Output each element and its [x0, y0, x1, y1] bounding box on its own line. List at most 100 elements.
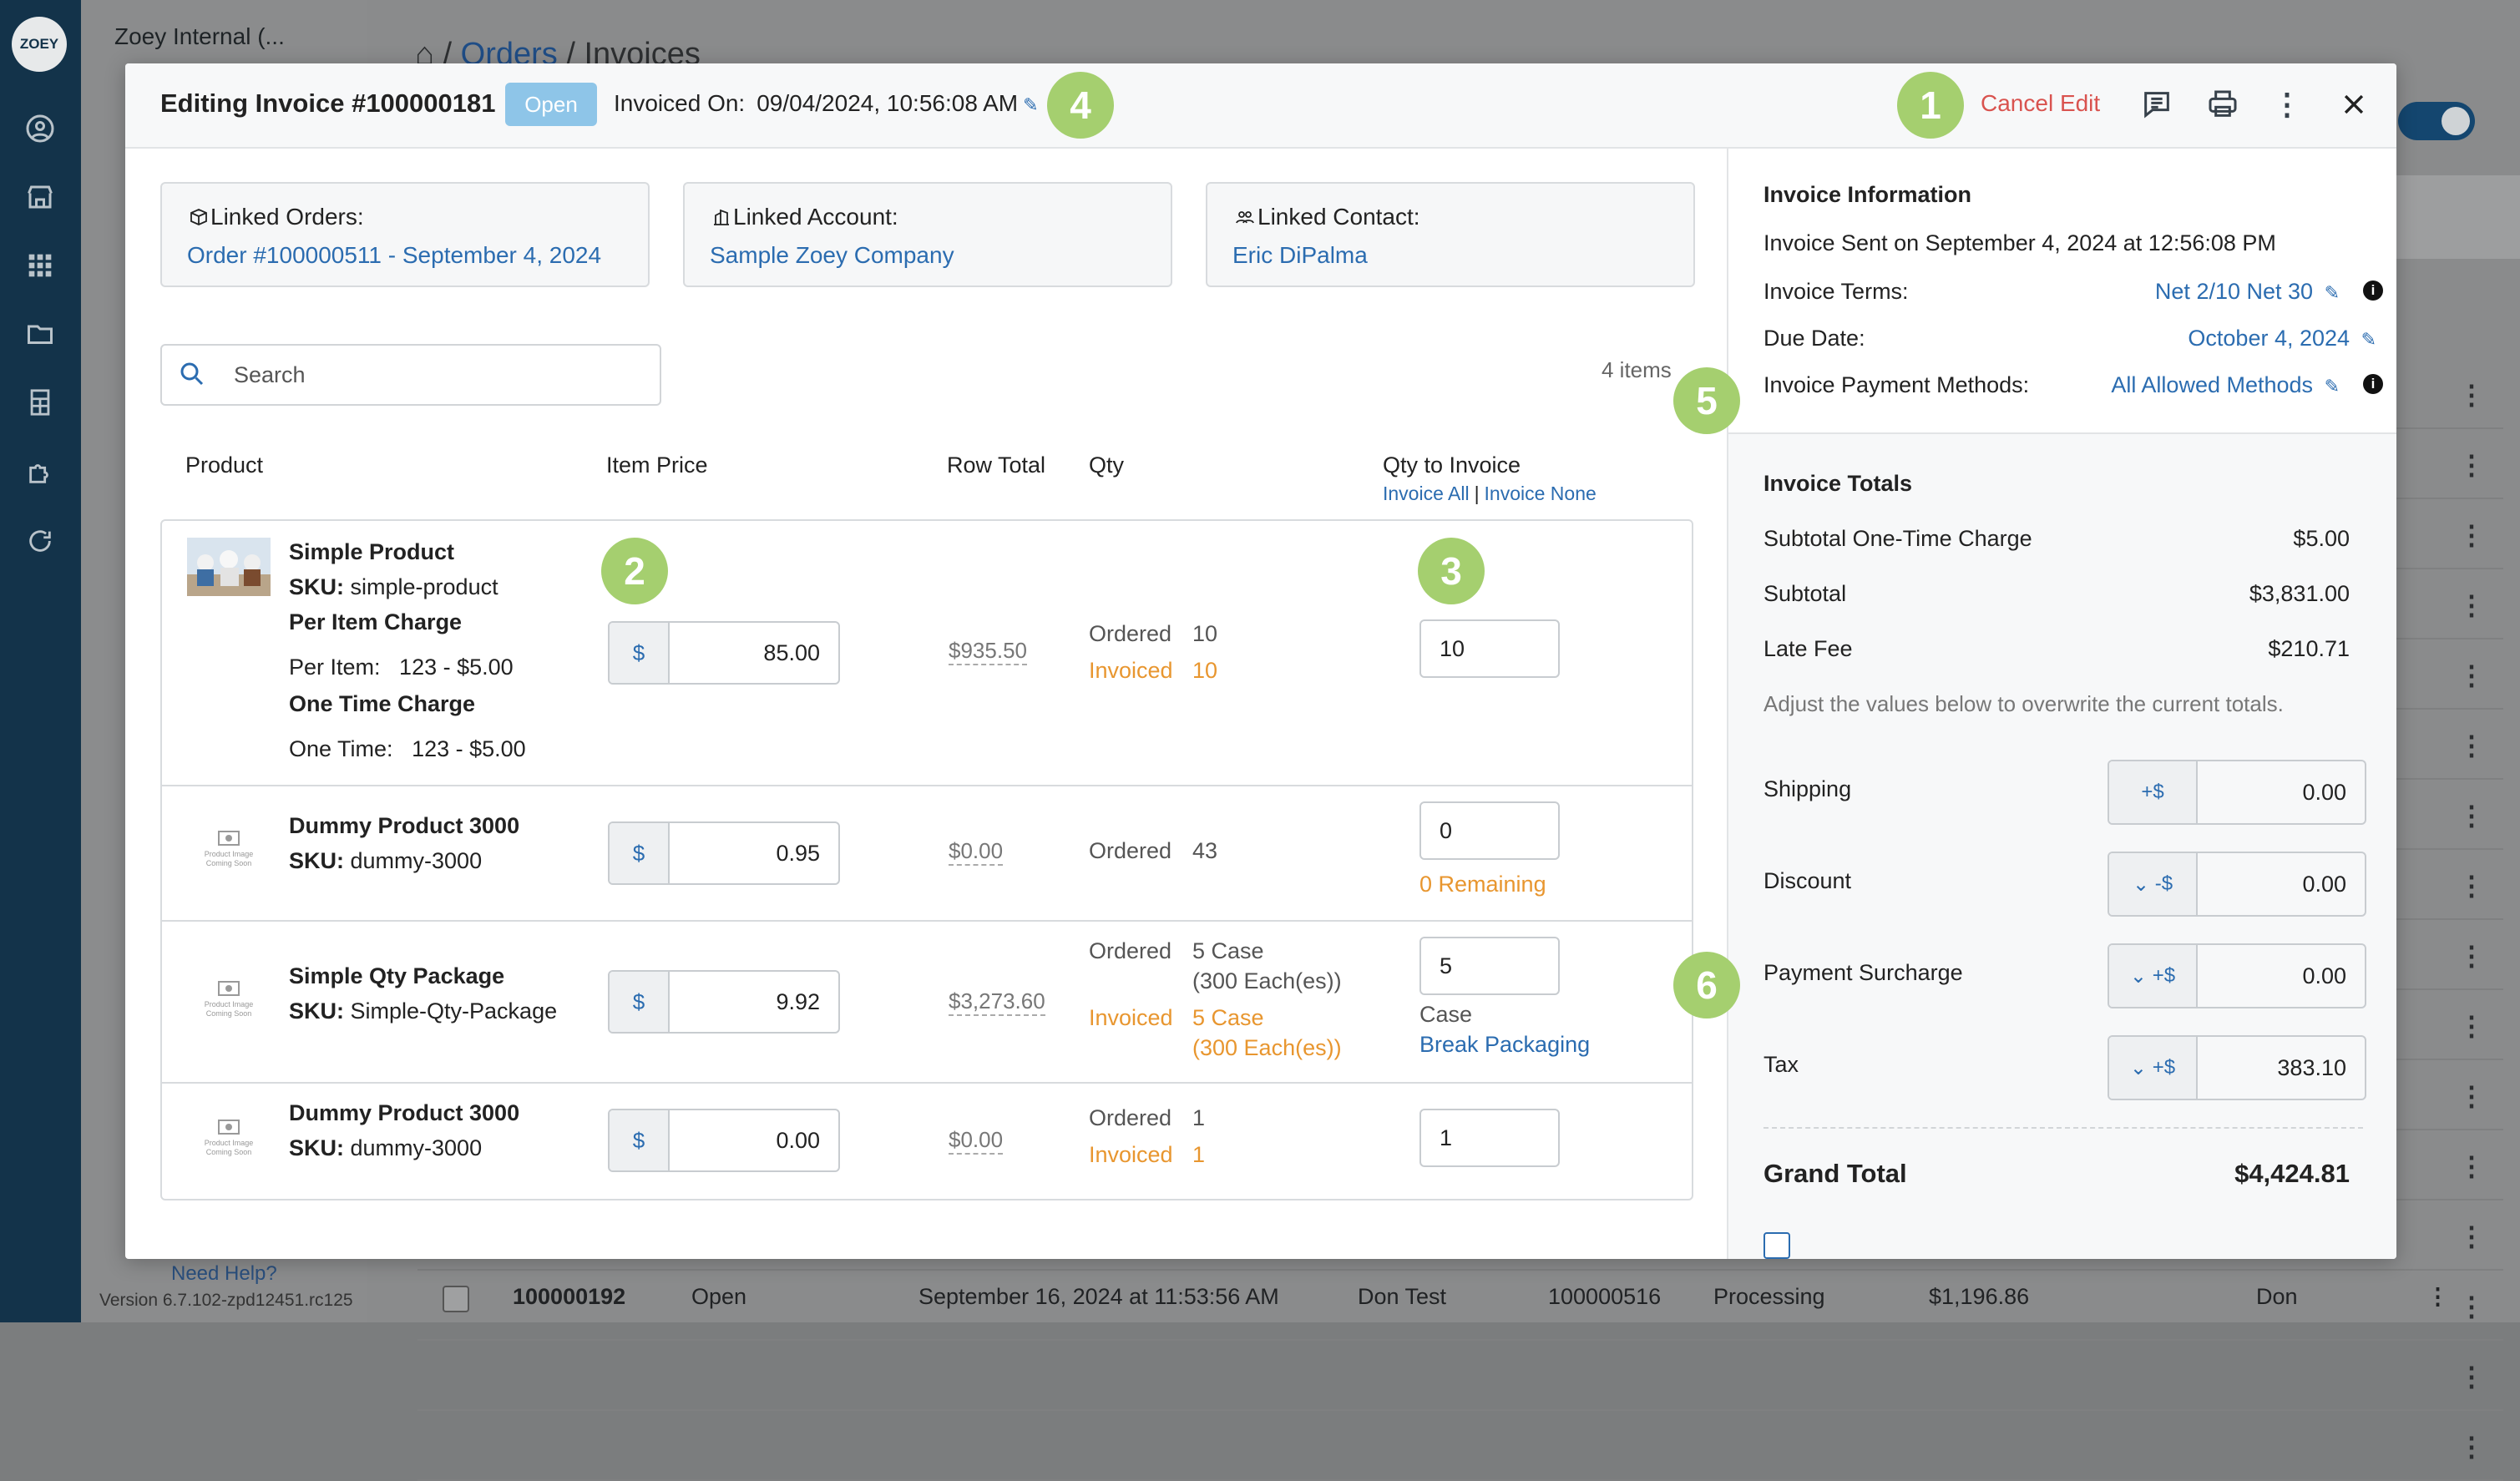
kebab-menu-icon[interactable]: ⋮: [2458, 730, 2485, 761]
modal-title: Editing Invoice #100000181: [160, 88, 496, 118]
due-date-value[interactable]: October 4, 2024 ✎: [2188, 326, 2376, 351]
callout-badge-1: 1: [1897, 72, 1964, 139]
kebab-menu-icon[interactable]: ⋮: [2458, 1010, 2485, 1042]
kebab-menu-icon[interactable]: ⋮: [2458, 379, 2485, 411]
refresh-icon[interactable]: [23, 524, 57, 558]
puzzle-icon[interactable]: [23, 456, 57, 489]
qty-to-invoice-input[interactable]: 5: [1419, 937, 1560, 995]
kebab-menu-icon[interactable]: ⋮: [2458, 1291, 2485, 1322]
invoiced-on-value: 09/04/2024, 10:56:08 AM: [757, 90, 1019, 116]
edit-pencil-icon[interactable]: ✎: [2325, 282, 2340, 304]
edit-pencil-icon[interactable]: ✎: [2361, 329, 2376, 351]
option-title-one-time: One Time Charge: [289, 691, 476, 716]
payment-methods-value[interactable]: All Allowed Methods ✎: [2111, 372, 2340, 398]
column-product: Product: [185, 452, 264, 478]
surcharge-prefix[interactable]: ⌄ +$: [2109, 945, 2198, 1007]
option-checkbox[interactable]: [1763, 1232, 1790, 1259]
qty-to-invoice-input[interactable]: 10: [1419, 619, 1560, 678]
item-price-input[interactable]: $ 0.00: [608, 1109, 840, 1172]
apps-grid-icon[interactable]: [23, 249, 57, 282]
discount-label: Discount: [1763, 868, 1852, 893]
linked-contact-link[interactable]: Eric DiPalma: [1232, 242, 1368, 269]
surcharge-input[interactable]: ⌄ +$ 0.00: [2108, 943, 2366, 1008]
help-link[interactable]: Need Help?: [171, 1262, 277, 1286]
edit-pencil-icon[interactable]: ✎: [1023, 94, 1038, 116]
more-options-icon[interactable]: ⋮: [2268, 85, 2306, 124]
tax-prefix[interactable]: ⌄ +$: [2109, 1037, 2198, 1099]
item-price-value[interactable]: 0.95: [670, 823, 838, 883]
surcharge-value[interactable]: 0.00: [2198, 945, 2365, 1007]
qty-to-invoice-input[interactable]: 0: [1419, 801, 1560, 860]
svg-text:Product Image: Product Image: [205, 1000, 254, 1008]
item-price-value[interactable]: 0.00: [670, 1110, 838, 1170]
invoice-terms-value[interactable]: Net 2/10 Net 30 ✎: [2155, 279, 2340, 305]
linked-contact-label: Linked Contact:: [1232, 204, 1420, 230]
edit-invoice-modal: Editing Invoice #100000181 Open Invoiced…: [125, 63, 2396, 1259]
edit-pencil-icon[interactable]: ✎: [2325, 376, 2340, 397]
ordered-value: 10: [1192, 621, 1218, 646]
invoice-all-link[interactable]: Invoice All: [1383, 483, 1470, 504]
kebab-menu-icon[interactable]: ⋮: [2426, 1284, 2449, 1310]
building-icon: [710, 204, 733, 230]
kebab-menu-icon[interactable]: ⋮: [2458, 1150, 2485, 1182]
table-row: Product Image Coming Soon Dummy Product 3…: [162, 1082, 1692, 1199]
item-price-value[interactable]: 85.00: [670, 623, 838, 683]
subtotal-one-time-label: Subtotal One-Time Charge: [1763, 526, 2032, 551]
currency-prefix: $: [610, 1110, 670, 1170]
product-sku: SKU: Simple-Qty-Package: [289, 998, 558, 1024]
search-input[interactable]: Search: [160, 344, 661, 406]
product-name: Simple Product: [289, 539, 455, 564]
tax-input[interactable]: ⌄ +$ 383.10: [2108, 1035, 2366, 1100]
user-icon[interactable]: [23, 112, 57, 145]
linked-order-link[interactable]: Order #100000511 - September 4, 2024: [187, 242, 601, 269]
shipping-value[interactable]: 0.00: [2198, 761, 2365, 823]
kebab-menu-icon[interactable]: ⋮: [2458, 1080, 2485, 1112]
kebab-menu-icon[interactable]: ⋮: [2458, 660, 2485, 691]
tax-value[interactable]: 383.10: [2198, 1037, 2365, 1099]
linked-account-link[interactable]: Sample Zoey Company: [710, 242, 954, 269]
callout-badge-5: 5: [1673, 367, 1740, 434]
product-image-placeholder: Product Image Coming Soon: [187, 972, 271, 1030]
info-icon[interactable]: i: [2363, 281, 2383, 301]
kebab-menu-icon[interactable]: ⋮: [2458, 800, 2485, 831]
info-icon[interactable]: i: [2363, 374, 2383, 394]
table-row: Simple Product SKU: simple-product Per I…: [162, 521, 1692, 786]
item-price-input[interactable]: $ 85.00: [608, 621, 840, 685]
kebab-menu-icon[interactable]: ⋮: [2458, 449, 2485, 481]
close-icon[interactable]: [2335, 85, 2373, 124]
discount-input[interactable]: ⌄ -$ 0.00: [2108, 852, 2366, 917]
background-toggle[interactable]: [2398, 102, 2475, 140]
item-price-input[interactable]: $ 9.92: [608, 970, 840, 1034]
grand-total-label: Grand Total: [1763, 1159, 1907, 1188]
break-packaging-link[interactable]: Break Packaging: [1419, 1032, 1590, 1058]
svg-text:Product Image: Product Image: [205, 850, 254, 858]
kebab-menu-icon[interactable]: ⋮: [2458, 1221, 2485, 1252]
kebab-menu-icon[interactable]: ⋮: [2458, 1431, 2485, 1463]
discount-value[interactable]: 0.00: [2198, 853, 2365, 915]
invoiced-label: Invoiced: [1089, 1142, 1173, 1167]
spreadsheet-icon[interactable]: [23, 386, 57, 419]
kebab-menu-icon[interactable]: ⋮: [2458, 1361, 2485, 1393]
store-icon[interactable]: [23, 180, 57, 214]
shipping-input[interactable]: +$ 0.00: [2108, 760, 2366, 825]
item-price-input[interactable]: $ 0.95: [608, 821, 840, 885]
printer-icon[interactable]: [2204, 85, 2242, 124]
kebab-menu-icon[interactable]: ⋮: [2458, 870, 2485, 902]
app-logo[interactable]: ZOEY: [12, 17, 67, 72]
kebab-menu-icon[interactable]: ⋮: [2458, 519, 2485, 551]
row-checkbox[interactable]: [443, 1286, 469, 1312]
kebab-menu-icon[interactable]: ⋮: [2458, 589, 2485, 621]
invoiced-value: 5 Case: [1192, 1005, 1264, 1030]
product-sku: SKU: simple-product: [289, 574, 498, 599]
comment-icon[interactable]: [2138, 85, 2176, 124]
kebab-menu-icon[interactable]: ⋮: [2458, 940, 2485, 972]
qty-to-invoice-input[interactable]: 1: [1419, 1109, 1560, 1167]
folder-icon[interactable]: [23, 317, 57, 351]
invoice-none-link[interactable]: Invoice None: [1485, 483, 1597, 504]
option-per-item: Per Item: 123 - $5.00: [289, 655, 514, 680]
callout-badge-2: 2: [601, 538, 668, 604]
cancel-edit-button[interactable]: Cancel Edit: [1981, 90, 2100, 117]
currency-prefix: $: [610, 972, 670, 1032]
item-price-value[interactable]: 9.92: [670, 972, 838, 1032]
discount-prefix[interactable]: ⌄ -$: [2109, 853, 2198, 915]
